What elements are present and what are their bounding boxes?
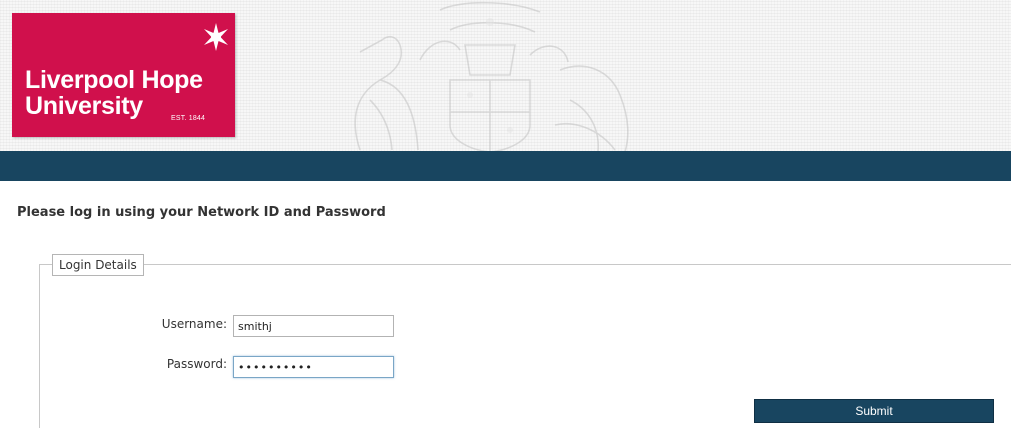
password-label: Password: bbox=[166, 357, 227, 371]
login-page: Liverpool Hope University EST. 1844 Plea… bbox=[0, 0, 1011, 428]
fieldset-border-left bbox=[39, 264, 40, 428]
header-banner: Liverpool Hope University EST. 1844 bbox=[0, 0, 1011, 152]
star-icon bbox=[204, 23, 228, 51]
username-input[interactable] bbox=[233, 315, 394, 337]
fieldset-border-top bbox=[39, 264, 1011, 265]
username-label: Username: bbox=[161, 317, 227, 331]
university-logo[interactable]: Liverpool Hope University EST. 1844 bbox=[12, 13, 235, 137]
university-crest-watermark bbox=[354, 1, 629, 152]
logo-established: EST. 1844 bbox=[171, 115, 206, 122]
login-instruction: Please log in using your Network ID and … bbox=[17, 205, 386, 220]
logo-name-line1: Liverpool Hope bbox=[25, 66, 203, 94]
logo-name-line2: University bbox=[25, 92, 143, 120]
fieldset-legend: Login Details bbox=[52, 254, 144, 276]
password-input[interactable] bbox=[233, 356, 394, 378]
submit-button[interactable]: Submit bbox=[754, 399, 994, 423]
navigation-bar bbox=[0, 151, 1011, 181]
